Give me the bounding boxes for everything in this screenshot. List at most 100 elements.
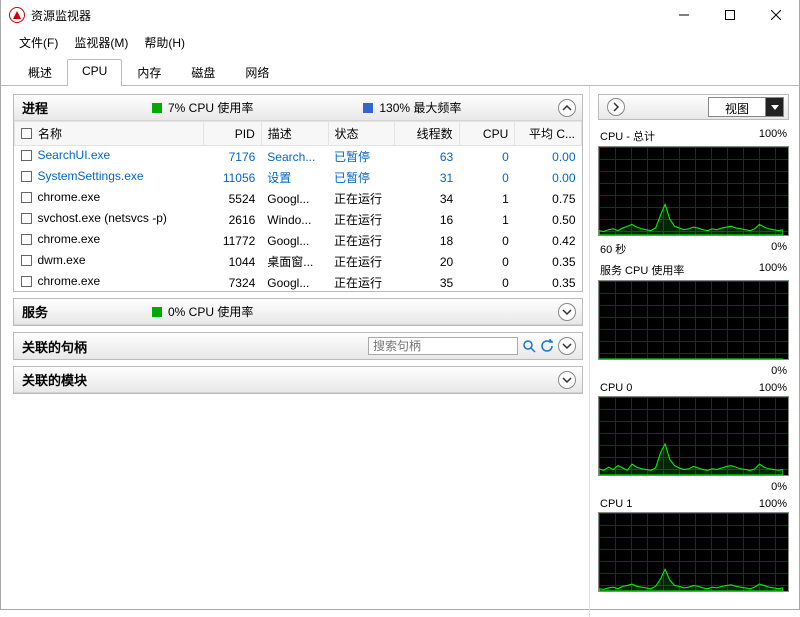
cpu-usage-stat: 7% CPU 使用率 — [152, 99, 253, 116]
modules-header[interactable]: 关联的模块 — [14, 367, 582, 393]
table-row[interactable]: chrome.exe11772Googl...正在运行1800.42 — [15, 230, 582, 251]
section-processes: 进程 7% CPU 使用率 130% 最大频率 名称 PID 描述 状态 线 — [13, 94, 583, 292]
col-cpu[interactable]: CPU — [459, 122, 515, 146]
col-state[interactable]: 状态 — [328, 122, 395, 146]
col-avgc[interactable]: 平均 C... — [515, 122, 582, 146]
col-threads[interactable]: 线程数 — [395, 122, 459, 146]
expand-modules-icon[interactable] — [558, 371, 576, 389]
scroll-right-icon[interactable] — [607, 98, 625, 116]
process-desc: Googl... — [261, 188, 328, 209]
process-state: 正在运行 — [328, 230, 395, 251]
process-pid: 2616 — [204, 209, 262, 230]
table-row[interactable]: svchost.exe (netsvcs -p)2616Windo...正在运行… — [15, 209, 582, 230]
close-button[interactable] — [753, 0, 799, 30]
process-cpu: 0 — [459, 146, 515, 168]
process-avg: 0.00 — [515, 146, 582, 168]
process-cpu: 0 — [459, 272, 515, 291]
chart-title: CPU 1 — [600, 498, 632, 510]
chart-max: 100% — [759, 498, 787, 510]
expand-handles-icon[interactable] — [558, 337, 576, 355]
search-handles-input[interactable] — [368, 337, 518, 355]
chart — [598, 280, 789, 360]
process-threads: 63 — [395, 146, 459, 168]
process-desc: 桌面窗... — [261, 251, 328, 272]
app-icon — [9, 7, 25, 23]
process-cpu: 0 — [459, 230, 515, 251]
process-threads: 18 — [395, 230, 459, 251]
process-desc: Googl... — [261, 230, 328, 251]
view-dropdown[interactable]: 视图 — [708, 97, 784, 117]
chart-max: 100% — [759, 382, 787, 394]
expand-services-icon[interactable] — [558, 303, 576, 321]
table-header-row: 名称 PID 描述 状态 线程数 CPU 平均 C... — [15, 122, 582, 146]
process-threads: 35 — [395, 272, 459, 291]
table-row[interactable]: chrome.exe7324Googl...正在运行3500.35 — [15, 272, 582, 291]
menubar: 文件(F) 监视器(M) 帮助(H) — [1, 30, 799, 57]
process-state: 已暂停 — [328, 167, 395, 188]
services-cpu-stat: 0% CPU 使用率 — [152, 303, 253, 320]
maximize-button[interactable] — [707, 0, 753, 30]
row-checkbox[interactable] — [21, 213, 32, 224]
right-pane: 视图 CPU - 总计100%60 秒0%服务 CPU 使用率100%0%CPU… — [589, 86, 799, 617]
processes-header[interactable]: 进程 7% CPU 使用率 130% 最大频率 — [14, 95, 582, 121]
select-all-checkbox[interactable] — [21, 128, 32, 139]
row-checkbox[interactable] — [21, 276, 32, 287]
process-pid: 11772 — [204, 230, 262, 251]
modules-title: 关联的模块 — [22, 370, 87, 389]
row-checkbox[interactable] — [21, 255, 32, 266]
section-services: 服务 0% CPU 使用率 — [13, 298, 583, 326]
process-cpu: 1 — [459, 209, 515, 230]
col-name[interactable]: 名称 — [15, 122, 204, 146]
tab-disk[interactable]: 磁盘 — [176, 59, 230, 86]
menu-monitor[interactable]: 监视器(M) — [68, 32, 134, 53]
chart-header: CPU 0100% — [598, 380, 789, 396]
menu-file[interactable]: 文件(F) — [13, 32, 64, 53]
process-desc: 设置 — [261, 167, 328, 188]
search-icon[interactable] — [522, 339, 536, 353]
services-title: 服务 — [22, 302, 152, 321]
process-state: 正在运行 — [328, 188, 395, 209]
chart-header: 服务 CPU 使用率100% — [598, 260, 789, 280]
section-handles: 关联的句柄 — [13, 332, 583, 360]
table-row[interactable]: SearchUI.exe7176Search...已暂停6300.00 — [15, 146, 582, 168]
chart-max: 100% — [759, 128, 787, 144]
process-name: chrome.exe — [38, 190, 101, 204]
minimize-button[interactable] — [661, 0, 707, 30]
chevron-down-icon — [765, 98, 783, 116]
menu-help[interactable]: 帮助(H) — [138, 32, 191, 53]
tab-network[interactable]: 网络 — [230, 59, 284, 86]
col-pid[interactable]: PID — [204, 122, 262, 146]
table-row[interactable]: SystemSettings.exe11056设置已暂停3100.00 — [15, 167, 582, 188]
process-name: svchost.exe (netsvcs -p) — [38, 211, 167, 225]
collapse-processes-icon[interactable] — [558, 99, 576, 117]
tab-memory[interactable]: 内存 — [122, 59, 176, 86]
processes-title: 进程 — [22, 98, 152, 117]
process-state: 正在运行 — [328, 251, 395, 272]
row-checkbox[interactable] — [21, 150, 32, 161]
chart-footer: 60 秒0% — [598, 240, 789, 260]
row-checkbox[interactable] — [21, 192, 32, 203]
row-checkbox[interactable] — [21, 171, 32, 182]
table-row[interactable]: dwm.exe1044桌面窗...正在运行2000.35 — [15, 251, 582, 272]
handles-header[interactable]: 关联的句柄 — [14, 333, 582, 359]
tab-cpu[interactable]: CPU — [67, 59, 122, 86]
process-cpu: 0 — [459, 167, 515, 188]
max-freq-stat: 130% 最大频率 — [363, 99, 461, 116]
content: 进程 7% CPU 使用率 130% 最大频率 名称 PID 描述 状态 线 — [1, 86, 799, 617]
view-label: 视图 — [709, 98, 765, 116]
chart-title: 服务 CPU 使用率 — [600, 262, 684, 278]
handles-title: 关联的句柄 — [22, 337, 87, 356]
row-checkbox[interactable] — [21, 234, 32, 245]
table-row[interactable]: chrome.exe5524Googl...正在运行3410.75 — [15, 188, 582, 209]
process-desc: Search... — [261, 146, 328, 168]
chart — [598, 396, 789, 476]
refresh-icon[interactable] — [540, 339, 554, 353]
tab-overview[interactable]: 概述 — [13, 59, 67, 86]
process-table: 名称 PID 描述 状态 线程数 CPU 平均 C... SearchUI.ex… — [14, 121, 582, 291]
process-cpu: 0 — [459, 251, 515, 272]
col-desc[interactable]: 描述 — [261, 122, 328, 146]
chart-title: CPU - 总计 — [600, 128, 655, 144]
process-name: chrome.exe — [38, 232, 101, 246]
process-threads: 34 — [395, 188, 459, 209]
services-header[interactable]: 服务 0% CPU 使用率 — [14, 299, 582, 325]
